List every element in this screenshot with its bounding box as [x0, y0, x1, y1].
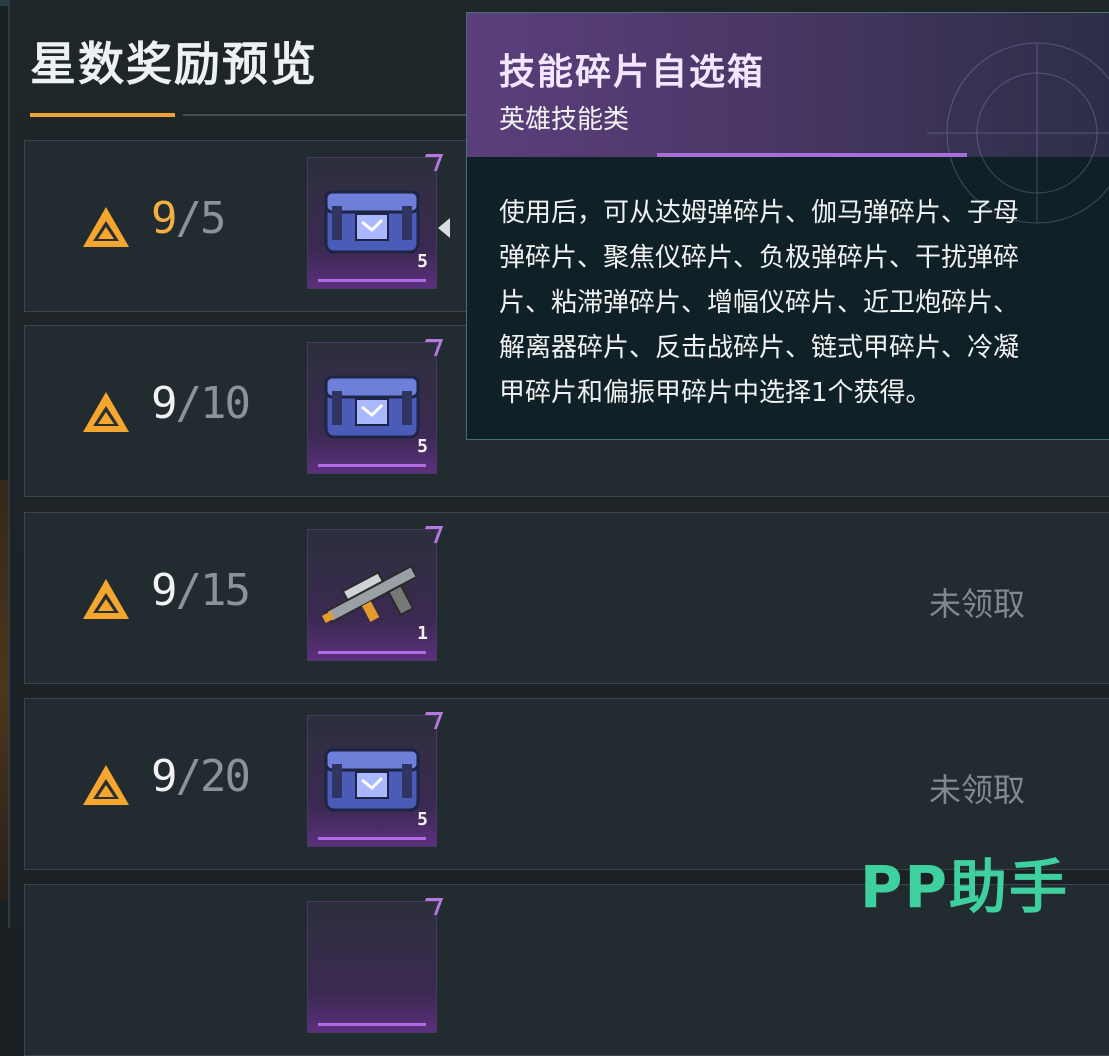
title-underline — [183, 114, 483, 116]
star-goal: 15 — [200, 565, 251, 616]
star-separator: / — [175, 565, 202, 616]
item-tooltip: 技能碎片自选箱 英雄技能类 使用后，可从达姆弹碎片、伽马弹碎片、子母 弹碎片、聚… — [466, 12, 1109, 440]
star-icon — [81, 763, 131, 807]
reward-item-slot[interactable] — [307, 898, 444, 1033]
tooltip-description-line: 弹碎片、聚焦仪碎片、负极弹碎片、干扰弹碎 — [499, 243, 1020, 273]
star-separator: / — [175, 193, 202, 244]
watermark-logo: PP助手 — [860, 853, 1070, 921]
star-progress: 9/20 — [151, 751, 251, 802]
tooltip-pointer-icon — [438, 218, 450, 238]
reward-item-slot[interactable]: 5 — [307, 339, 444, 474]
panel-title: 星数奖励预览 — [30, 37, 318, 91]
star-progress: 9/5 — [151, 193, 226, 244]
star-separator: / — [175, 751, 202, 802]
tooltip-description-line: 片、粘滞弹碎片、增幅仪碎片、近卫炮碎片、 — [499, 288, 1020, 318]
item-count: 5 — [417, 251, 428, 272]
tooltip-description-line: 解离器碎片、反击战碎片、链式甲碎片、冷凝 — [499, 333, 1020, 363]
star-goal: 5 — [200, 193, 226, 244]
chest-icon — [318, 363, 426, 453]
reward-row[interactable]: 9/15 1 未领取 — [24, 512, 1109, 684]
tooltip-header-divider — [657, 153, 967, 157]
star-goal: 20 — [200, 751, 251, 802]
tooltip-header: 技能碎片自选箱 英雄技能类 — [467, 13, 1109, 224]
star-icon — [81, 577, 131, 621]
tooltip-description-line: 甲碎片和偏振甲碎片中选择1个获得。 — [499, 378, 932, 408]
star-icon — [81, 205, 131, 249]
item-count: 5 — [417, 809, 428, 830]
star-progress: 9/10 — [151, 378, 251, 429]
star-current: 9 — [151, 193, 177, 244]
slot-corner-decoration — [419, 339, 444, 356]
tooltip-title: 技能碎片自选箱 — [499, 51, 766, 93]
tooltip-description-line: 使用后，可从达姆弹碎片、伽马弹碎片、子母 — [499, 198, 1020, 228]
reward-item-slot[interactable]: 5 — [307, 154, 444, 289]
claim-status: 未领取 — [929, 771, 1026, 809]
tooltip-description: 使用后，可从达姆弹碎片、伽马弹碎片、子母 弹碎片、聚焦仪碎片、负极弹碎片、干扰弹… — [499, 191, 1109, 416]
reward-item-slot[interactable]: 1 — [307, 526, 444, 661]
star-goal: 10 — [200, 378, 251, 429]
slot-corner-decoration — [419, 712, 444, 729]
rifle-icon — [318, 550, 426, 640]
slot-corner-decoration — [419, 898, 444, 915]
star-current: 9 — [151, 751, 177, 802]
star-separator: / — [175, 378, 202, 429]
tooltip-subtitle: 英雄技能类 — [499, 105, 630, 135]
reward-item-slot[interactable]: 5 — [307, 712, 444, 847]
slot-corner-decoration — [419, 526, 444, 543]
claim-status: 未领取 — [929, 585, 1026, 623]
item-count: 5 — [417, 436, 428, 457]
star-current: 9 — [151, 565, 177, 616]
star-icon — [81, 390, 131, 434]
item-count: 1 — [417, 623, 428, 644]
chest-icon — [318, 736, 426, 826]
chest-icon — [318, 178, 426, 268]
title-underline-accent — [30, 113, 175, 117]
star-progress: 9/15 — [151, 565, 251, 616]
slot-corner-decoration — [419, 154, 444, 171]
star-current: 9 — [151, 378, 177, 429]
